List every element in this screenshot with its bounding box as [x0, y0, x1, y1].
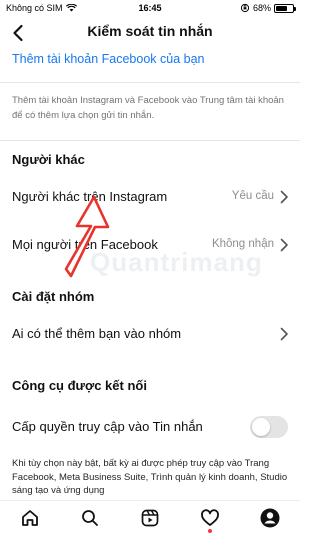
row-others-on-instagram[interactable]: Người khác trên Instagram Yêu cầu — [0, 177, 300, 217]
tab-home[interactable] — [15, 503, 45, 533]
tab-reels[interactable] — [135, 503, 165, 533]
annotation-arrow — [64, 195, 110, 278]
row-label: Ai có thể thêm bạn vào nhóm — [12, 326, 182, 341]
status-right-group: 68% — [240, 3, 296, 13]
row-value: Không nhận — [211, 238, 274, 250]
chevron-right-icon — [280, 327, 288, 341]
heart-icon — [201, 508, 219, 526]
chevron-right-icon — [280, 238, 288, 252]
section-title-connected-tools: Công cụ được kết nối — [12, 378, 147, 393]
tab-profile[interactable] — [255, 503, 285, 533]
row-label: Cấp quyền truy cập vào Tin nhắn — [12, 419, 203, 434]
tab-notifications[interactable] — [195, 503, 225, 533]
page-title: Kiểm soát tin nhắn — [87, 23, 213, 39]
search-icon — [82, 509, 98, 526]
notification-dot — [208, 528, 212, 533]
row-who-can-add-to-groups[interactable]: Ai có thể thêm bạn vào nhóm — [0, 314, 300, 354]
message-access-toggle[interactable] — [250, 416, 288, 438]
row-label: Người khác trên Instagram — [12, 189, 168, 204]
connected-tools-description: Khi tùy chọn này bật, bất kỳ ai được phé… — [12, 458, 288, 496]
row-people-on-facebook[interactable]: Mọi người trên Facebook Không nhận — [0, 225, 300, 265]
section-title-group-settings: Cài đặt nhóm — [12, 289, 95, 304]
toggle-knob — [252, 418, 270, 436]
reels-icon — [141, 509, 159, 526]
chevron-right-icon — [280, 190, 288, 204]
section-title-others: Người khác — [12, 152, 85, 167]
accounts-center-info: Thêm tài khoản Instagram và Facebook vào… — [12, 95, 284, 121]
divider — [0, 82, 300, 83]
row-label: Mọi người trên Facebook — [12, 237, 158, 252]
orientation-lock-icon — [240, 3, 250, 13]
battery-percent: 68% — [252, 3, 271, 13]
battery-icon — [274, 3, 296, 13]
row-value: Yêu cầu — [231, 190, 274, 202]
home-icon — [22, 509, 38, 526]
profile-icon — [260, 508, 280, 527]
battery-level — [276, 5, 287, 11]
status-bar: Không có SIM 16:45 68% — [0, 0, 300, 18]
divider — [0, 140, 300, 141]
tab-search[interactable] — [75, 503, 105, 533]
bottom-tab-bar — [0, 500, 300, 534]
header: Kiểm soát tin nhắn — [0, 18, 300, 50]
add-facebook-account-link[interactable]: Thêm tài khoản Facebook của bạn — [12, 52, 204, 66]
